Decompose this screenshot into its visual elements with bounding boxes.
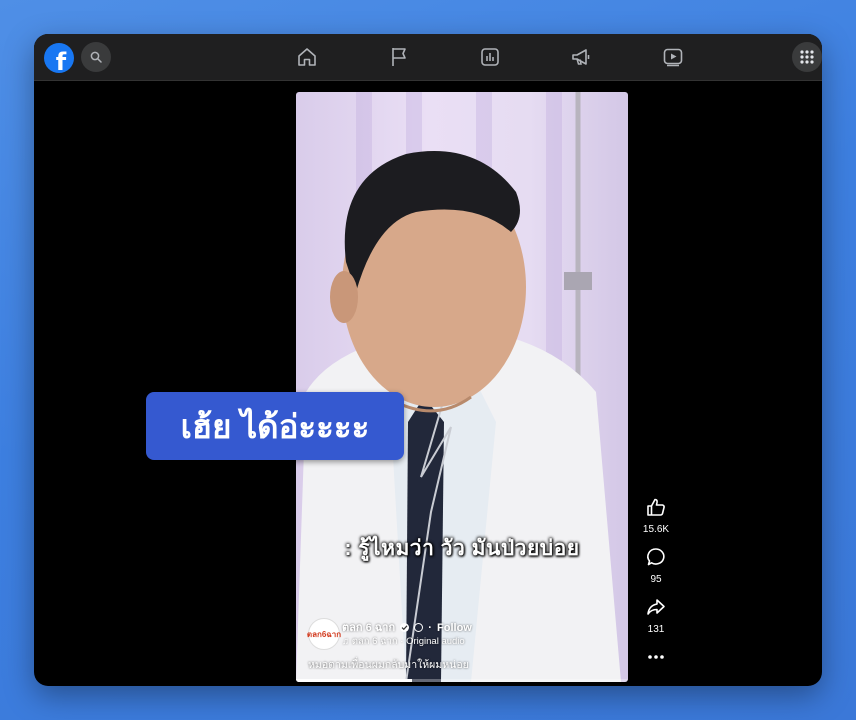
comment-button[interactable]: 95 [632, 546, 680, 585]
search-icon [90, 51, 102, 63]
video-progress-bar[interactable] [296, 679, 628, 682]
caption-banner: เฮ้ย ได้อ่ะะะะ [146, 392, 404, 460]
share-icon [647, 599, 665, 615]
audio-line[interactable]: ♫ ตลก 6 ฉาก · Original audio [342, 634, 465, 649]
flag-icon[interactable] [388, 46, 410, 68]
video-progress-fill [296, 679, 413, 682]
megaphone-icon[interactable] [570, 46, 592, 68]
home-icon[interactable] [296, 46, 318, 68]
comment-count: 95 [650, 574, 662, 585]
share-count: 131 [647, 624, 665, 635]
more-options-button[interactable] [632, 646, 680, 673]
video-caption: : รู้ไหมว่า วัว มันป่วยบ่อย [344, 537, 580, 560]
like-button[interactable]: 15.6K [632, 496, 680, 535]
facebook-logo[interactable]: f [44, 43, 74, 73]
more-icon [648, 655, 664, 659]
like-icon [647, 498, 665, 516]
audio-label: ตลก 6 ฉาก · Original audio [351, 636, 465, 647]
follow-button[interactable]: Follow [437, 622, 472, 634]
iv-clamp [564, 272, 592, 290]
music-note-icon: ♫ [342, 636, 350, 647]
logo-letter: f [55, 48, 67, 73]
search-button[interactable] [81, 42, 111, 72]
page-name[interactable]: ตลก 6 ฉาก [342, 622, 395, 634]
reel-description: หมอตามเพื่อนผมกลับมาให้ผมหน่อย [308, 659, 469, 671]
reel-video[interactable]: : รู้ไหมว่า วัว มันป่วยบ่อย ตลก6ฉาก ตลก … [296, 92, 628, 682]
avatar-text: ตลก6ฉาก [306, 629, 342, 639]
video-frame-figure [296, 92, 621, 682]
page-avatar[interactable]: ตลก6ฉาก [306, 618, 342, 650]
top-navigation-bar: f [34, 34, 822, 81]
globe-icon [414, 623, 424, 632]
comment-icon [647, 548, 665, 566]
menu-button[interactable] [792, 42, 822, 72]
share-button[interactable]: 131 [632, 596, 680, 635]
separator-dot: · [428, 622, 432, 634]
ear [330, 271, 358, 323]
chart-icon[interactable] [479, 46, 501, 68]
facebook-window: f: รู้ไหมว่า วัว มันป่วยบ่อย ตลก6ฉาก ตล… [34, 34, 822, 686]
grid-menu-icon [800, 50, 814, 64]
verified-icon [400, 623, 410, 632]
like-count: 15.6K [642, 524, 670, 535]
video-icon[interactable] [662, 46, 684, 68]
